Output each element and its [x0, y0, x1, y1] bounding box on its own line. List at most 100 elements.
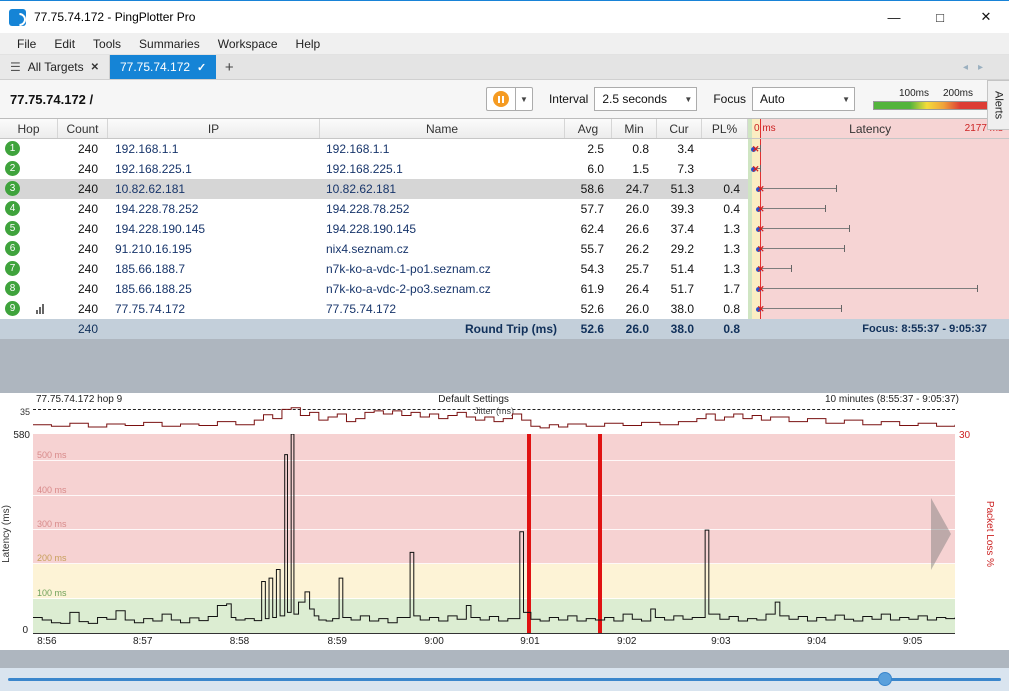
- ip-cell: 91.210.16.195: [108, 239, 320, 259]
- summary-min: 26.0: [612, 319, 657, 339]
- min-cell: 26.0: [612, 199, 657, 219]
- hop-cell: 3: [0, 179, 58, 199]
- table-row-hop-3[interactable]: 324010.82.62.18110.82.62.18158.624.751.3…: [0, 179, 1009, 199]
- packet-loss-right-axis: 30 Packet Loss %: [955, 434, 1009, 634]
- latency-range-cell: ✕: [748, 279, 1009, 299]
- y-axis-min-label: 0: [22, 625, 28, 636]
- latency-marker-icon: ✕: [756, 259, 768, 279]
- table-row-hop-9[interactable]: 924077.75.74.17277.75.74.17252.626.038.0…: [0, 299, 1009, 319]
- hop-number-badge: 5: [5, 221, 20, 236]
- ip-cell: 185.66.188.25: [108, 279, 320, 299]
- column-header-name[interactable]: Name: [320, 119, 565, 138]
- table-row-hop-6[interactable]: 624091.210.16.195nix4.seznam.cz55.726.22…: [0, 239, 1009, 259]
- latency-plot-area[interactable]: 100 ms200 ms300 ms400 ms500 ms: [33, 434, 955, 634]
- pl-cell: 1.3: [702, 259, 748, 279]
- column-header-min[interactable]: Min: [612, 119, 657, 138]
- tab-all-targets[interactable]: ☰ All Targets ✕: [0, 55, 110, 79]
- latency-range-bar: [761, 288, 978, 289]
- avg-cell: 57.7: [565, 199, 612, 219]
- hop-number-badge: 1: [5, 141, 20, 156]
- new-tab-button[interactable]: +: [216, 55, 242, 79]
- column-header-cur[interactable]: Cur: [657, 119, 702, 138]
- latency-range-cell: ✕: [748, 219, 1009, 239]
- menu-file[interactable]: File: [8, 35, 45, 53]
- timeline-graph-panel: 77.75.74.172 hop 9 Default Settings 10 m…: [0, 393, 1009, 650]
- latency-marker-icon: ✕: [756, 179, 768, 199]
- count-cell: 240: [58, 179, 108, 199]
- table-row-hop-2[interactable]: 2240192.168.225.1192.168.225.16.01.57.3✕: [0, 159, 1009, 179]
- latency-marker-icon: ✕: [756, 219, 768, 239]
- summary-avg: 52.6: [565, 319, 612, 339]
- maximize-button[interactable]: □: [917, 1, 963, 33]
- name-cell: nix4.seznam.cz: [320, 239, 565, 259]
- hop-number-badge: 8: [5, 281, 20, 296]
- close-button[interactable]: ✕: [963, 1, 1009, 33]
- count-cell: 240: [58, 299, 108, 319]
- name-cell: 194.228.190.145: [320, 219, 565, 239]
- column-header-hop[interactable]: Hop: [0, 119, 58, 138]
- name-cell: 192.168.225.1: [320, 159, 565, 179]
- minimize-button[interactable]: —: [871, 1, 917, 33]
- latency-range-cell: ✕: [748, 179, 1009, 199]
- table-row-hop-5[interactable]: 5240194.228.190.145194.228.190.14562.426…: [0, 219, 1009, 239]
- time-tick-label: 9:03: [711, 636, 730, 647]
- scroll-forward-chevron-icon[interactable]: [931, 498, 951, 570]
- menu-workspace[interactable]: Workspace: [209, 35, 287, 53]
- splitter-area[interactable]: [0, 339, 1009, 393]
- menu-help[interactable]: Help: [287, 35, 330, 53]
- tab-scroll-left-icon[interactable]: ◂: [963, 62, 968, 73]
- cur-cell: 3.4: [657, 139, 702, 159]
- menu-summaries[interactable]: Summaries: [130, 35, 209, 53]
- cur-cell: 37.4: [657, 219, 702, 239]
- column-header-pl[interactable]: PL%: [702, 119, 748, 138]
- pl-cell: 0.4: [702, 199, 748, 219]
- table-row-hop-7[interactable]: 7240185.66.188.7n7k-ko-a-vdc-1-po1.sezna…: [0, 259, 1009, 279]
- column-header-count[interactable]: Count: [58, 119, 108, 138]
- column-header-latency[interactable]: 0 ms Latency 2177 ms: [748, 119, 1009, 138]
- latency-column-label: Latency: [849, 122, 891, 136]
- interval-select[interactable]: 2.5 seconds ▼: [594, 87, 697, 111]
- pause-button[interactable]: [486, 87, 516, 111]
- hop-number-badge: 7: [5, 261, 20, 276]
- jitter-plot-area[interactable]: Jitter (ms): [33, 407, 955, 434]
- count-cell: 240: [58, 159, 108, 179]
- time-tick-label: 9:05: [903, 636, 922, 647]
- scrollbar-track[interactable]: [8, 678, 1001, 681]
- round-trip-summary-row[interactable]: 240 Round Trip (ms) 52.6 26.0 38.0 0.8 F…: [0, 319, 1009, 339]
- timeline-range-label[interactable]: 10 minutes (8:55:37 - 9:05:37): [825, 394, 959, 407]
- time-tick-label: 9:04: [807, 636, 826, 647]
- scrollbar-thumb[interactable]: [878, 672, 892, 686]
- tab-target-active[interactable]: 77.75.74.172 ✓: [110, 55, 216, 79]
- avg-cell: 52.6: [565, 299, 612, 319]
- count-cell: 240: [58, 199, 108, 219]
- table-row-hop-8[interactable]: 8240185.66.188.25n7k-ko-a-vdc-2-po3.sezn…: [0, 279, 1009, 299]
- count-cell: 240: [58, 219, 108, 239]
- legend-gradient-bar: [873, 101, 995, 110]
- alerts-side-tab[interactable]: Alerts: [987, 80, 1009, 130]
- focus-select[interactable]: Auto ▼: [752, 87, 855, 111]
- avg-cell: 55.7: [565, 239, 612, 259]
- tab-close-icon[interactable]: ✕: [91, 62, 99, 73]
- tabbar: ☰ All Targets ✕ 77.75.74.172 ✓ + ◂ ▸: [0, 55, 1009, 79]
- menu-tools[interactable]: Tools: [84, 35, 130, 53]
- column-header-avg[interactable]: Avg: [565, 119, 612, 138]
- hop-cell: 8: [0, 279, 58, 299]
- bar-chart-icon: [36, 304, 44, 314]
- table-row-hop-1[interactable]: 1240192.168.1.1192.168.1.12.50.83.4✕: [0, 139, 1009, 159]
- table-row-hop-4[interactable]: 4240194.228.78.252194.228.78.25257.726.0…: [0, 199, 1009, 219]
- pl-cell: 1.3: [702, 239, 748, 259]
- count-cell: 240: [58, 279, 108, 299]
- pl-cell: 1.3: [702, 219, 748, 239]
- window-title: 77.75.74.172 - PingPlotter Pro: [34, 10, 195, 24]
- avg-cell: 6.0: [565, 159, 612, 179]
- tab-scroll-controls: ◂ ▸: [963, 55, 1009, 79]
- latency-range-cell: ✕: [748, 259, 1009, 279]
- latency-range-bar: [761, 188, 837, 189]
- pause-dropdown-button[interactable]: ▼: [516, 87, 533, 111]
- column-header-ip[interactable]: IP: [108, 119, 320, 138]
- tab-scroll-right-icon[interactable]: ▸: [978, 62, 983, 73]
- trace-table-body: 1240192.168.1.1192.168.1.12.50.83.4✕2240…: [0, 139, 1009, 319]
- menu-edit[interactable]: Edit: [45, 35, 84, 53]
- pingplotter-app-icon: [9, 9, 26, 26]
- summary-pl: 0.8: [702, 319, 748, 339]
